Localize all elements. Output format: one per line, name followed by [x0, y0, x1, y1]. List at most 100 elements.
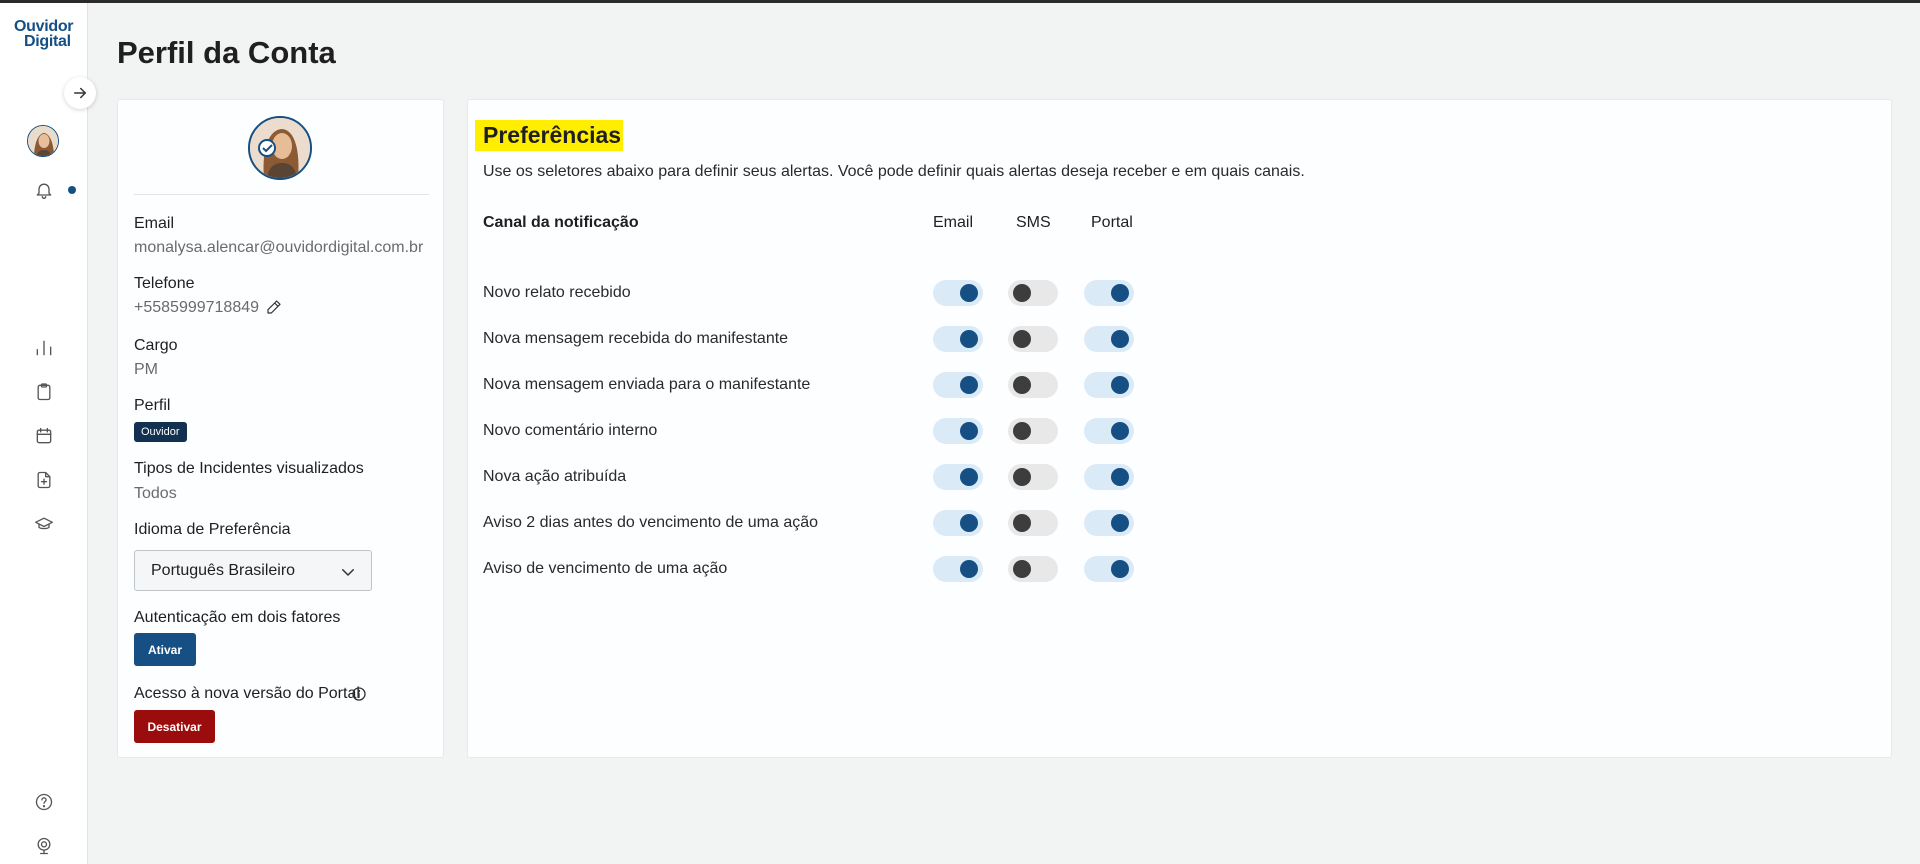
incident-types-value: Todos [134, 485, 177, 502]
incident-types-label: Tipos de Incidentes visualizados [134, 460, 364, 477]
toggle-knob [1111, 376, 1129, 394]
logo-line2: Digital [24, 33, 71, 50]
toggle-knob [960, 422, 978, 440]
toggle-sms[interactable] [1008, 510, 1058, 536]
info-icon[interactable] [351, 686, 367, 702]
window-top-border [0, 0, 1920, 3]
toggle-portal[interactable] [1084, 464, 1134, 490]
toggle-sms[interactable] [1008, 326, 1058, 352]
toggle-knob [960, 284, 978, 302]
edit-phone-icon[interactable] [266, 299, 282, 315]
toggle-knob [960, 376, 978, 394]
toggle-knob [1111, 330, 1129, 348]
preference-row-label: Nova mensagem recebida do manifestante [483, 330, 789, 347]
training-button[interactable] [32, 512, 56, 536]
help-circle-icon [35, 793, 53, 811]
toggle-sms[interactable] [1008, 464, 1058, 490]
toggle-sms[interactable] [1008, 556, 1058, 582]
toggle-portal[interactable] [1084, 372, 1134, 398]
toggle-knob [1013, 468, 1031, 486]
toggle-knob [1013, 330, 1031, 348]
phone-label: Telefone [134, 275, 195, 292]
email-value: monalysa.alencar@ouvidordigital.com.br [134, 239, 424, 256]
column-header-email: Email [933, 214, 974, 231]
expand-sidebar-button[interactable] [64, 77, 96, 109]
app-logo[interactable]: Ouvidor Digital [14, 18, 74, 50]
language-select[interactable]: Português Brasileiro [134, 550, 372, 591]
toggle-sms[interactable] [1008, 280, 1058, 306]
logo-line1: Ouvidor [14, 18, 74, 35]
clipboard-icon [37, 383, 51, 401]
calendar-button[interactable] [32, 424, 56, 448]
language-label: Idioma de Preferência [134, 521, 291, 538]
profile-label: Perfil [134, 397, 171, 414]
toggle-knob [1013, 422, 1031, 440]
file-plus-icon [37, 471, 51, 489]
preference-row-label: Novo relato recebido [483, 284, 631, 301]
webcam-icon [37, 837, 51, 855]
notification-dot [68, 186, 76, 194]
arrow-right-icon [74, 87, 86, 99]
preference-row-label: Nova mensagem enviada para o manifestant… [483, 376, 811, 393]
role-value: PM [134, 361, 158, 378]
toggle-email[interactable] [933, 510, 983, 536]
toggle-knob [1013, 560, 1031, 578]
toggle-knob [1013, 376, 1031, 394]
phone-value: +5585999718849 [134, 299, 260, 316]
toggle-knob [1111, 560, 1129, 578]
preferences-title: Preferências [475, 120, 624, 151]
bar-chart-icon [36, 340, 52, 356]
email-label: Email [134, 215, 175, 232]
language-select-value: Português Brasileiro [151, 562, 296, 579]
toggle-portal[interactable] [1084, 510, 1134, 536]
toggle-portal[interactable] [1084, 326, 1134, 352]
toggle-knob [960, 330, 978, 348]
reports-button[interactable] [32, 336, 56, 360]
toggle-knob [1111, 514, 1129, 532]
preference-row-label: Aviso 2 dias antes do vencimento de uma … [483, 514, 819, 531]
preference-row-label: Aviso de vencimento de uma ação [483, 560, 728, 577]
toggle-portal[interactable] [1084, 280, 1134, 306]
toggle-knob [1111, 422, 1129, 440]
preferences-card: Preferências Use os seletores abaixo par… [467, 99, 1892, 758]
column-header-portal: Portal [1091, 214, 1133, 231]
page-title: Perfil da Conta [117, 35, 336, 70]
toggle-knob [1013, 284, 1031, 302]
toggle-portal[interactable] [1084, 418, 1134, 444]
portal-access-label: Acesso à nova versão do Portal [134, 685, 360, 702]
role-label: Cargo [134, 337, 178, 354]
preferences-description: Use os seletores abaixo para definir seu… [483, 163, 1305, 180]
toggle-email[interactable] [933, 326, 983, 352]
toggle-email[interactable] [933, 464, 983, 490]
cases-button[interactable] [32, 380, 56, 404]
toggle-knob [1111, 468, 1129, 486]
new-document-button[interactable] [32, 468, 56, 492]
preference-row-label: Nova ação atribuída [483, 468, 627, 485]
toggle-knob [960, 560, 978, 578]
graduation-cap-icon [35, 517, 53, 530]
toggle-email[interactable] [933, 280, 983, 306]
calendar-icon [36, 427, 52, 444]
profile-divider [134, 194, 429, 195]
toggle-email[interactable] [933, 556, 983, 582]
help-button[interactable] [32, 790, 56, 814]
toggle-knob [960, 468, 978, 486]
toggle-email[interactable] [933, 418, 983, 444]
toggle-knob [1013, 514, 1031, 532]
toggle-portal[interactable] [1084, 556, 1134, 582]
two-factor-label: Autenticação em dois fatores [134, 609, 341, 626]
toggle-knob [1111, 284, 1129, 302]
toggle-sms[interactable] [1008, 418, 1058, 444]
enable-two-factor-button[interactable]: Ativar [134, 633, 196, 666]
profile-avatar [248, 116, 312, 180]
user-avatar[interactable] [27, 125, 59, 157]
notifications-button[interactable] [32, 178, 56, 202]
webcam-button[interactable] [32, 834, 56, 858]
toggle-email[interactable] [933, 372, 983, 398]
bell-icon [36, 183, 52, 199]
column-header-sms: SMS [1016, 214, 1051, 231]
profile-card: Email monalysa.alencar@ouvidordigital.co… [117, 99, 444, 758]
toggle-sms[interactable] [1008, 372, 1058, 398]
chevron-down-icon [342, 569, 354, 576]
disable-portal-button[interactable]: Desativar [134, 710, 215, 743]
